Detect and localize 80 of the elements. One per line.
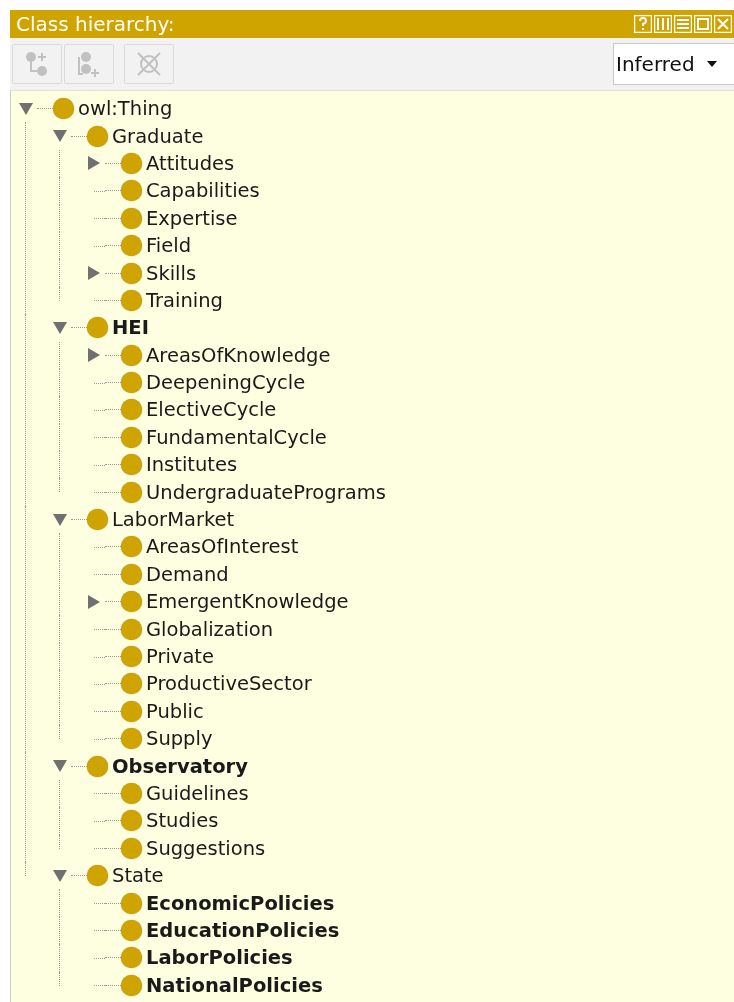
class-label[interactable]: State: [112, 864, 164, 888]
class-label[interactable]: AreasOfInterest: [146, 535, 299, 559]
class-icon: [87, 317, 108, 339]
class-icon: [121, 810, 142, 832]
class-label[interactable]: FundamentalCycle: [146, 425, 327, 449]
class-label[interactable]: Field: [146, 234, 191, 258]
expand-arrow-icon[interactable]: [88, 594, 100, 609]
class-label[interactable]: Suggestions: [146, 836, 266, 860]
class-icon: [121, 947, 142, 969]
class-icon: [121, 892, 142, 914]
caret-icon: [706, 61, 717, 67]
collapse-arrow-icon[interactable]: [53, 513, 67, 526]
class-icon: [121, 728, 142, 750]
class-label[interactable]: Guidelines: [146, 781, 249, 805]
class-label[interactable]: LaborMarket: [112, 508, 235, 532]
delete-icon: [135, 50, 163, 78]
expand-arrow-icon[interactable]: [88, 266, 100, 281]
class-icon: [87, 509, 108, 531]
class-icon: [121, 591, 142, 613]
collapse-arrow-icon[interactable]: [19, 102, 33, 115]
class-label[interactable]: Skills: [146, 261, 197, 285]
class-label[interactable]: NationalPolicies: [146, 973, 323, 997]
class-icon: [121, 262, 142, 284]
class-icon: [121, 837, 142, 859]
class-icon: [121, 372, 142, 394]
class-icon: [121, 426, 142, 448]
class-label[interactable]: Studies: [146, 809, 219, 833]
class-icon: [121, 235, 142, 257]
class-label[interactable]: EducationPolicies: [146, 918, 340, 942]
class-label[interactable]: Institutes: [146, 453, 238, 477]
class-icon: [121, 673, 142, 695]
class-label[interactable]: AreasOfKnowledge: [146, 343, 331, 367]
expand-arrow-icon[interactable]: [88, 348, 100, 363]
class-icon: [53, 98, 74, 120]
class-label[interactable]: Graduate: [112, 124, 204, 148]
panel-title: Class hierarchy:: [16, 12, 175, 36]
collapse-arrow-icon[interactable]: [53, 869, 67, 882]
class-icon: [121, 563, 142, 585]
class-icon: [87, 865, 108, 887]
class-icon: [121, 344, 142, 366]
class-label[interactable]: Expertise: [146, 206, 238, 230]
class-label[interactable]: Observatory: [112, 754, 248, 778]
class-label[interactable]: Capabilities: [146, 179, 260, 203]
collapse-arrow-icon[interactable]: [53, 321, 67, 334]
class-icon: [121, 207, 142, 229]
class-label[interactable]: Supply: [146, 727, 213, 751]
class-icon: [121, 618, 142, 640]
class-label[interactable]: Demand: [146, 562, 229, 586]
class-icon: [87, 125, 108, 147]
class-label[interactable]: Training: [146, 288, 223, 312]
class-icon: [121, 782, 142, 804]
class-label[interactable]: LaborPolicies: [146, 946, 293, 970]
class-label[interactable]: Public: [146, 699, 204, 723]
class-icon: [121, 919, 142, 941]
class-icon: [87, 755, 108, 777]
class-icon: [121, 180, 142, 202]
class-label[interactable]: Private: [146, 645, 214, 668]
class-icon: [121, 481, 142, 503]
expand-arrow-icon[interactable]: [88, 156, 100, 171]
class-label[interactable]: DeepeningCycle: [146, 371, 306, 395]
class-icon: [121, 399, 142, 421]
class-icon: [121, 289, 142, 311]
collapse-arrow-icon[interactable]: [53, 760, 67, 773]
class-label[interactable]: Attitudes: [146, 151, 235, 175]
class-icon: [121, 454, 142, 476]
class-label[interactable]: owl:Thing: [78, 97, 173, 121]
class-icon: [121, 700, 142, 722]
class-icon: [121, 974, 142, 996]
collapse-arrow-icon[interactable]: [53, 130, 67, 143]
class-label[interactable]: ProductiveSector: [146, 672, 312, 696]
class-icon: [121, 152, 142, 174]
class-label[interactable]: UndergraduatePrograms: [146, 480, 386, 504]
view-dropdown[interactable]: Inferred: [613, 43, 734, 85]
class-label[interactable]: EmergentKnowledge: [146, 590, 349, 614]
class-label[interactable]: HEI: [112, 316, 149, 340]
class-icon: [121, 646, 142, 667]
class-label[interactable]: Globalization: [146, 617, 274, 641]
class-label[interactable]: ElectiveCycle: [146, 398, 277, 422]
class-icon: [121, 536, 142, 558]
class-label[interactable]: EconomicPolicies: [146, 891, 335, 915]
